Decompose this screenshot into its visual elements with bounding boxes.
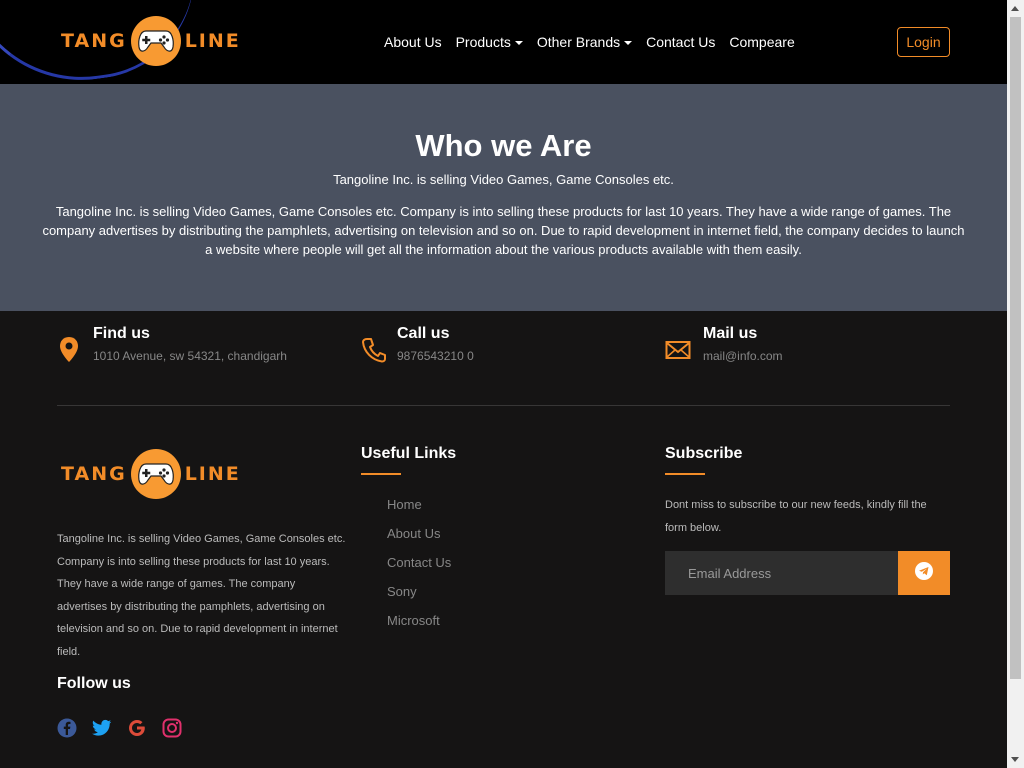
contact-call-us: Call us 9876543210 0 [361,325,474,365]
facebook-icon[interactable] [57,718,77,738]
call-us-title: Call us [397,325,450,342]
hero-paragraph: Tangoline Inc. is selling Video Games, G… [42,204,965,257]
main-nav: About Us Products Other Brands Contact U… [384,34,809,50]
mail-us-address[interactable]: mail@info.com [703,349,783,363]
footer-logo-left: TANG [61,463,127,485]
footer-about-text: Tangoline Inc. is selling Video Games, G… [57,533,346,658]
nav-about-us[interactable]: About Us [384,34,442,50]
instagram-icon[interactable] [162,718,182,738]
footer-link-about-us[interactable]: About Us [387,526,451,555]
subscribe-title: Subscribe [665,445,742,475]
nav-other-brands-label: Other Brands [536,34,621,50]
chevron-down-icon [514,41,523,46]
useful-links-title: Useful Links [361,445,456,475]
find-us-title: Find us [93,325,150,342]
chevron-down-icon [624,41,633,46]
brand-logo-right: LINE [184,30,241,52]
telegram-send-icon [914,561,934,586]
footer-link-sony[interactable]: Sony [387,584,451,613]
footer-link-home[interactable]: Home [387,497,451,526]
page-title: Who we Are [415,128,592,163]
follow-us-title: Follow us [57,675,131,692]
nav-compeare[interactable]: Compeare [729,34,794,50]
nav-other-brands[interactable]: Other Brands [536,34,633,50]
scrollbar-thumb[interactable] [1010,17,1021,679]
page-scrollbar[interactable] [1007,0,1024,768]
email-field[interactable]: Email Address [665,551,898,595]
nav-contact-us[interactable]: Contact Us [646,34,715,50]
brand-logo[interactable]: TANG LINE [61,16,241,66]
hero-subtitle: Tangoline Inc. is selling Video Games, G… [333,172,674,187]
phone-icon [361,335,386,365]
useful-links-list: Home About Us Contact Us Sony Microsoft [387,497,451,642]
contact-find-us: Find us 1010 Avenue, sw 54321, chandigar… [57,325,287,365]
social-links [57,718,197,738]
scroll-down-arrow-icon[interactable] [1011,757,1019,762]
nav-products[interactable]: Products [456,34,523,50]
map-pin-icon [57,335,81,365]
call-us-number: 9876543210 0 [397,349,474,363]
contact-mail-us: Mail us mail@info.com [665,325,783,365]
envelope-icon [665,335,691,365]
google-icon[interactable] [127,718,147,738]
footer-logo[interactable]: TANG LINE [61,449,241,499]
nav-products-label: Products [455,34,511,50]
login-button[interactable]: Login [897,27,950,57]
footer-link-microsoft[interactable]: Microsoft [387,613,451,642]
subscribe-button[interactable] [898,551,950,595]
brand-logo-left: TANG [61,30,127,52]
navbar: TANG LINE About Us Products Other Brands… [0,0,1007,84]
scroll-up-arrow-icon[interactable] [1011,6,1019,11]
twitter-icon[interactable] [92,718,112,738]
footer-link-contact-us[interactable]: Contact Us [387,555,451,584]
subscribe-text: Dont miss to subscribe to our new feeds,… [665,499,927,534]
mail-us-title: Mail us [703,325,758,342]
gamepad-icon [130,449,181,499]
gamepad-icon [130,16,181,66]
footer: Find us 1010 Avenue, sw 54321, chandigar… [0,311,1007,768]
who-we-are-section: Who we Are Tangoline Inc. is selling Vid… [0,84,1007,311]
footer-logo-right: LINE [184,463,241,485]
footer-divider [57,405,950,406]
find-us-address: 1010 Avenue, sw 54321, chandigarh [93,349,287,363]
